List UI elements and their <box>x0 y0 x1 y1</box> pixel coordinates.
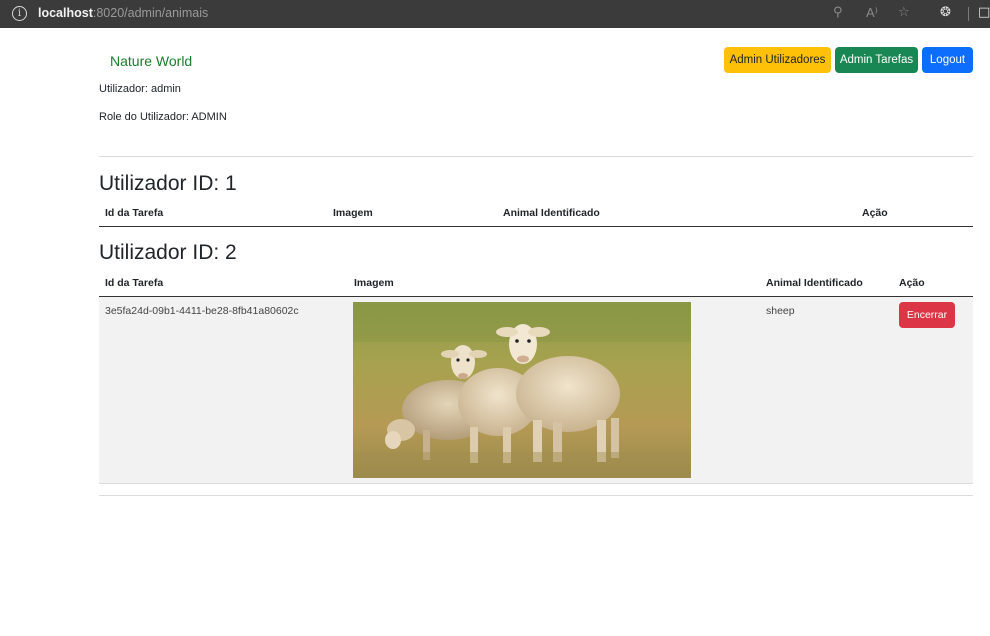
table-header-rule <box>99 226 973 227</box>
animal-photo <box>353 302 691 478</box>
col-header-action: Ação <box>862 207 888 219</box>
col-header-image: Imagem <box>354 277 394 289</box>
site-info-icon[interactable]: i <box>12 6 27 21</box>
section-title-user-1: Utilizador ID: 1 <box>99 172 237 195</box>
col-header-task-id: Id da Tarefa <box>105 207 164 219</box>
favorite-star-icon[interactable]: ☆ <box>898 5 910 20</box>
extensions-icon[interactable]: ❂ <box>940 5 951 20</box>
split-window-icon[interactable]: □ <box>978 5 990 20</box>
user-role-label: Role do Utilizador: ADMIN <box>99 111 227 123</box>
close-task-button[interactable]: Encerrar <box>899 302 955 328</box>
browser-toolbar: i localhost:8020/admin/animais ⚲ A⁾ ☆ ❂ … <box>0 0 990 28</box>
col-header-animal: Animal Identificado <box>503 207 600 219</box>
header-divider <box>99 156 973 157</box>
task-id-cell: 3e5fa24d-09b1-4411-be28-8fb41a80602c <box>105 305 299 317</box>
section-title-user-2: Utilizador ID: 2 <box>99 241 237 264</box>
admin-users-button[interactable]: Admin Utilizadores <box>724 47 831 73</box>
col-header-animal: Animal Identificado <box>766 277 863 289</box>
username-label: Utilizador: admin <box>99 83 181 95</box>
admin-tasks-button[interactable]: Admin Tarefas <box>835 47 918 73</box>
address-bar[interactable]: localhost:8020/admin/animais <box>38 6 208 20</box>
read-aloud-icon[interactable]: A⁾ <box>866 5 878 21</box>
col-header-action: Ação <box>899 277 925 289</box>
footer-divider <box>99 495 973 496</box>
logout-button[interactable]: Logout <box>922 47 973 73</box>
url-host: localhost <box>38 6 93 20</box>
toolbar-divider <box>968 7 969 21</box>
url-path: :8020/admin/animais <box>92 6 209 20</box>
animal-cell: sheep <box>766 305 795 317</box>
zoom-icon[interactable]: ⚲ <box>833 5 843 20</box>
col-header-image: Imagem <box>333 207 373 219</box>
brand-link[interactable]: Nature World <box>110 53 192 69</box>
col-header-task-id: Id da Tarefa <box>105 277 164 289</box>
